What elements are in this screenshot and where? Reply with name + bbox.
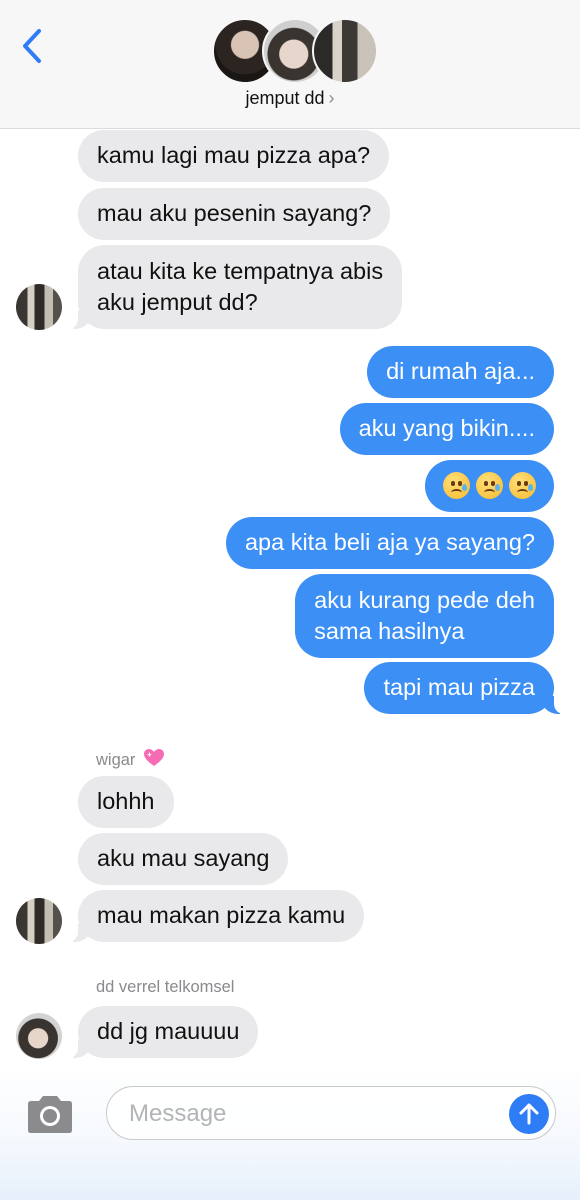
incoming-message[interactable]: kamu lagi mau pizza apa? — [78, 130, 390, 182]
composer-bar — [0, 1066, 580, 1200]
message-text: tapi mau pizza — [383, 674, 535, 700]
message-text: di rumah aja... — [386, 358, 535, 384]
message-line: atau kita ke tempatnya abis — [97, 258, 384, 284]
outgoing-message[interactable]: aku yang bikin.... — [339, 403, 554, 455]
sender-avatar[interactable] — [16, 284, 62, 330]
outgoing-message[interactable]: di rumah aja... — [367, 346, 554, 398]
message-text: mau makan pizza kamu — [97, 902, 346, 928]
incoming-message[interactable]: dd jg mauuuu — [67, 1006, 259, 1058]
message-text: aku yang bikin.... — [358, 415, 535, 441]
sender-avatar[interactable] — [16, 898, 62, 944]
sender-name: dd verrel telkomsel — [96, 978, 235, 996]
message-field[interactable] — [106, 1086, 556, 1140]
outgoing-emoji-message[interactable] — [425, 460, 554, 512]
incoming-message[interactable]: lohhh — [78, 776, 174, 828]
group-name: jemput dd — [245, 88, 325, 108]
camera-icon — [28, 1096, 72, 1133]
camera-button[interactable] — [24, 1094, 76, 1136]
sad-face-emoji-icon — [443, 472, 470, 499]
outgoing-message[interactable]: tapi mau pizza — [364, 662, 564, 714]
message-text: kamu lagi mau pizza apa? — [97, 142, 371, 168]
group-title[interactable]: jemput dd › — [0, 88, 580, 109]
sender-name: wigar — [96, 748, 165, 770]
incoming-message[interactable]: mau makan pizza kamu — [67, 890, 365, 942]
arrow-up-icon — [519, 1103, 539, 1125]
sender-avatar[interactable] — [16, 1013, 62, 1059]
chevron-left-icon — [23, 29, 41, 63]
message-text: apa kita beli aja ya sayang? — [244, 529, 535, 555]
member-avatar — [312, 18, 378, 84]
message-line: aku jemput dd? — [97, 289, 258, 315]
send-button[interactable] — [509, 1094, 549, 1134]
message-text: dd jg mauuuu — [97, 1018, 240, 1044]
back-button[interactable] — [14, 24, 50, 68]
message-line: aku kurang pede deh — [314, 587, 535, 613]
message-text: aku mau sayang — [97, 845, 270, 871]
sender-name-text: wigar — [96, 751, 136, 769]
sad-face-emoji-icon — [476, 472, 503, 499]
incoming-message[interactable]: atau kita ke tempatnya abis aku jemput d… — [67, 245, 403, 329]
chevron-right-icon: › — [328, 88, 335, 108]
sparkling-heart-icon — [144, 749, 165, 766]
group-avatars[interactable] — [212, 18, 378, 84]
outgoing-message[interactable]: apa kita beli aja ya sayang? — [225, 517, 554, 569]
sad-face-emoji-icon — [509, 472, 536, 499]
message-input[interactable] — [127, 1096, 491, 1132]
message-text: lohhh — [97, 788, 155, 814]
incoming-message[interactable]: aku mau sayang — [78, 833, 289, 885]
message-line: sama hasilnya — [314, 618, 465, 644]
outgoing-message[interactable]: aku kurang pede deh sama hasilnya — [295, 574, 554, 658]
incoming-message[interactable]: mau aku pesenin sayang? — [78, 188, 391, 240]
message-text: mau aku pesenin sayang? — [97, 200, 372, 226]
conversation-header: jemput dd › — [0, 0, 580, 129]
